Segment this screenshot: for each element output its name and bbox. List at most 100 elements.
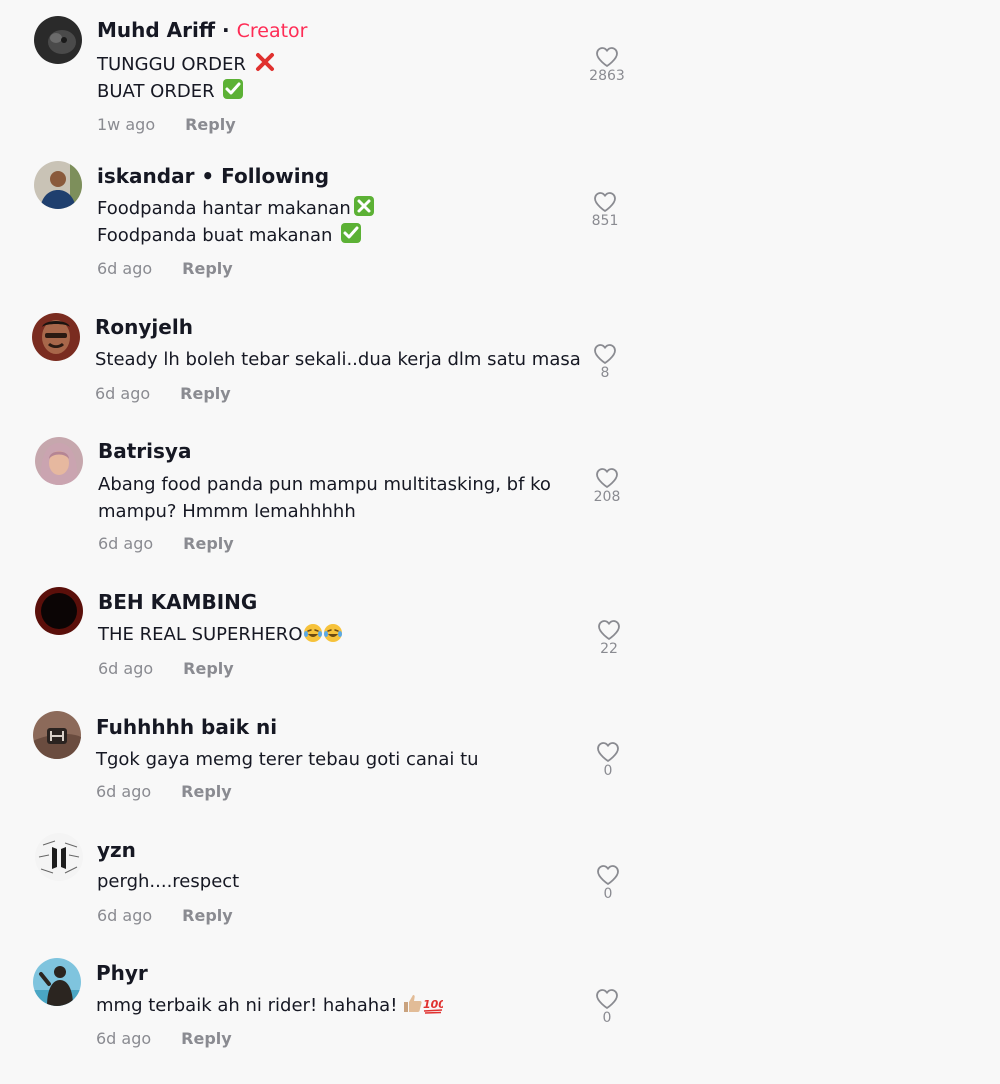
comment-text: Abang food panda pun mampu multitasking,… bbox=[98, 471, 551, 525]
comment-item: Muhd Ariff · Creator TUNGGU ORDER BUAT O… bbox=[0, 0, 1000, 150]
like-count: 0 bbox=[602, 1010, 612, 1026]
like-count: 22 bbox=[600, 641, 618, 657]
comment-meta: 6d ago Reply bbox=[95, 384, 231, 403]
avatar[interactable] bbox=[33, 711, 81, 759]
username-text: Muhd Ariff bbox=[97, 18, 216, 42]
like-button[interactable]: 2863 bbox=[577, 46, 637, 84]
cross-mark-button-icon bbox=[353, 196, 374, 216]
avatar[interactable] bbox=[34, 16, 82, 64]
username[interactable]: Batrisya bbox=[98, 439, 191, 463]
timestamp: 6d ago bbox=[95, 384, 151, 403]
like-count: 851 bbox=[591, 213, 619, 229]
comment-text: Foodpanda hantar makanan Foodpanda buat … bbox=[97, 195, 375, 249]
username[interactable]: BEH KAMBING bbox=[98, 590, 257, 614]
like-button[interactable]: 0 bbox=[578, 864, 638, 902]
comment-meta: 6d ago Reply bbox=[98, 659, 234, 678]
timestamp: 1w ago bbox=[97, 115, 156, 134]
heart-icon bbox=[596, 468, 618, 488]
comment-text: pergh....respect bbox=[97, 868, 239, 895]
comment-line: Foodpanda hantar makanan bbox=[97, 198, 351, 219]
laughing-tears-icon bbox=[323, 624, 342, 642]
avatar[interactable] bbox=[33, 958, 81, 1006]
comment-item: Phyr mmg terbaik ah ni rider! hahaha! 100… bbox=[0, 950, 1000, 1084]
timestamp: 6d ago bbox=[96, 782, 152, 801]
reply-button[interactable]: Reply bbox=[183, 534, 234, 553]
hijab-woman-avatar-icon bbox=[35, 437, 83, 485]
comment-line: Abang food panda pun mampu multitasking,… bbox=[98, 474, 551, 495]
username[interactable]: iskandar • Following bbox=[97, 164, 329, 188]
like-button[interactable]: 8 bbox=[575, 343, 635, 381]
honda-logo-avatar-icon bbox=[33, 711, 81, 759]
username[interactable]: Phyr bbox=[96, 961, 148, 985]
cross-mark-icon bbox=[255, 53, 274, 71]
comment-line: Foodpanda buat makanan bbox=[97, 225, 333, 246]
comment-meta: 6d ago Reply bbox=[98, 534, 234, 553]
timestamp: 6d ago bbox=[96, 1029, 152, 1048]
avatar[interactable] bbox=[35, 833, 83, 881]
comment-item: BEH KAMBING THE REAL SUPERHERO 6d ago Rep… bbox=[0, 575, 1000, 700]
heart-icon bbox=[598, 620, 620, 640]
reply-button[interactable]: Reply bbox=[181, 782, 232, 801]
comment-line: THE REAL SUPERHERO bbox=[98, 624, 303, 645]
check-mark-button-icon bbox=[223, 79, 244, 99]
comment-text: mmg terbaik ah ni rider! hahaha! 100 bbox=[96, 992, 443, 1019]
username[interactable]: Ronyjelh bbox=[95, 315, 193, 339]
like-count: 0 bbox=[603, 763, 613, 779]
reply-button[interactable]: Reply bbox=[182, 906, 233, 925]
like-count: 8 bbox=[600, 365, 610, 381]
like-count: 2863 bbox=[589, 68, 625, 84]
comment-text: Steady lh boleh tebar sekali..dua kerja … bbox=[95, 346, 581, 373]
comment-line: mampu? Hmmm lemahhhhh bbox=[98, 501, 356, 522]
reply-button[interactable]: Reply bbox=[181, 1029, 232, 1048]
svg-text:100: 100 bbox=[423, 998, 443, 1011]
avatar[interactable] bbox=[35, 587, 83, 635]
comment-line: mmg terbaik ah ni rider! hahaha! bbox=[96, 995, 398, 1016]
like-button[interactable]: 208 bbox=[577, 467, 637, 505]
like-button[interactable]: 851 bbox=[575, 191, 635, 229]
person-avatar-icon bbox=[34, 161, 82, 209]
avatar[interactable] bbox=[34, 161, 82, 209]
hundred-points-icon: 100 bbox=[423, 998, 443, 1014]
timestamp: 6d ago bbox=[97, 259, 153, 278]
bts-logo-avatar-icon bbox=[35, 833, 83, 881]
comment-item: Fuhhhhh baik ni Tgok gaya memg terer teb… bbox=[0, 700, 1000, 825]
username[interactable]: Fuhhhhh baik ni bbox=[96, 715, 277, 739]
like-button[interactable]: 0 bbox=[578, 741, 638, 779]
comment-line: BUAT ORDER bbox=[97, 81, 215, 102]
thumbs-up-icon bbox=[404, 995, 423, 1012]
like-count: 0 bbox=[603, 886, 613, 902]
dark-red-avatar-icon bbox=[35, 587, 83, 635]
username[interactable]: yzn bbox=[97, 838, 136, 862]
like-button[interactable]: 0 bbox=[577, 988, 637, 1026]
like-count: 208 bbox=[593, 489, 621, 505]
avatar[interactable] bbox=[32, 313, 80, 361]
heart-icon bbox=[594, 344, 616, 364]
timestamp: 6d ago bbox=[98, 659, 154, 678]
reply-button[interactable]: Reply bbox=[182, 259, 233, 278]
reply-button[interactable]: Reply bbox=[183, 659, 234, 678]
reply-button[interactable]: Reply bbox=[180, 384, 231, 403]
comment-text: THE REAL SUPERHERO bbox=[98, 621, 343, 648]
comment-meta: 6d ago Reply bbox=[97, 906, 233, 925]
heart-icon bbox=[597, 742, 619, 762]
man-avatar-icon bbox=[32, 313, 80, 361]
silhouette-sky-avatar-icon bbox=[33, 958, 81, 1006]
comment-item: yzn pergh....respect 6d ago Reply 0 bbox=[0, 825, 1000, 950]
comment-line: Steady lh boleh tebar sekali..dua kerja … bbox=[95, 349, 581, 370]
heart-icon bbox=[596, 989, 618, 1009]
comment-meta: 6d ago Reply bbox=[97, 259, 233, 278]
comment-text: Tgok gaya memg terer tebau goti canai tu bbox=[96, 746, 479, 773]
comment-line: Tgok gaya memg terer tebau goti canai tu bbox=[96, 749, 479, 770]
separator: · bbox=[222, 18, 230, 42]
laughing-tears-icon bbox=[303, 624, 322, 642]
timestamp: 6d ago bbox=[98, 534, 154, 553]
like-button[interactable]: 22 bbox=[579, 619, 639, 657]
avatar[interactable] bbox=[35, 437, 83, 485]
username[interactable]: Muhd Ariff · Creator bbox=[97, 18, 308, 42]
reply-button[interactable]: Reply bbox=[185, 115, 236, 134]
comment-meta: 6d ago Reply bbox=[96, 782, 232, 801]
comment-item: iskandar • Following Foodpanda hantar ma… bbox=[0, 150, 1000, 295]
comment-item: Batrisya Abang food panda pun mampu mult… bbox=[0, 425, 1000, 575]
comment-line: pergh....respect bbox=[97, 871, 240, 892]
heart-icon bbox=[596, 47, 618, 67]
